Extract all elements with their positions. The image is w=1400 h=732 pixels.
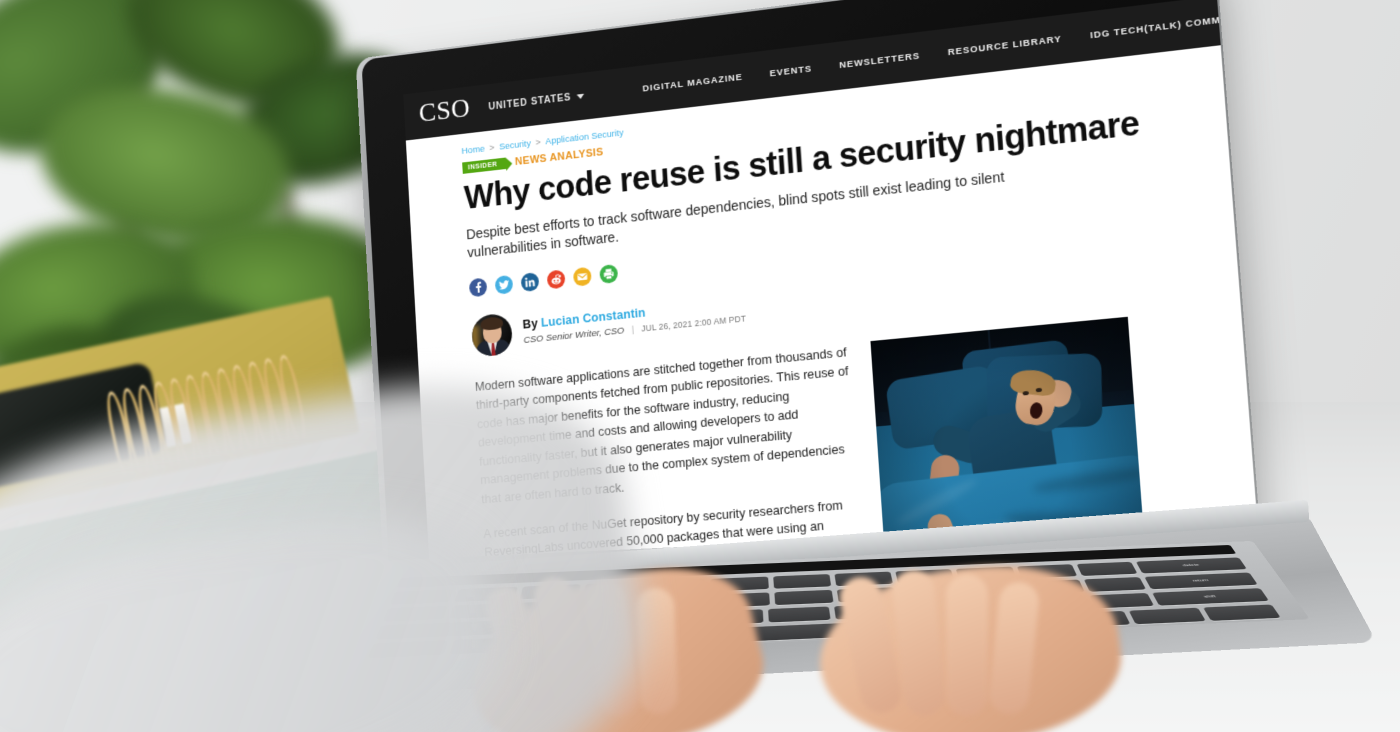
breadcrumb-separator: > [535,137,542,149]
breadcrumb-separator: > [489,142,495,154]
nav-item-idg-techtalk-community[interactable]: IDG TECH(TALK) COMMUNITY [1090,11,1256,42]
nav-item-newsletters[interactable]: NEWSLETTERS [839,51,920,71]
breadcrumb-item-home[interactable]: Home [461,144,485,157]
twitter-share-icon[interactable] [494,274,514,295]
facebook-share-icon[interactable] [468,277,488,298]
byline-prefix: By [522,316,539,332]
nav-item-events[interactable]: EVENTS [769,64,812,80]
byline-separator: | [631,324,635,336]
region-label: UNITED STATES [488,92,572,113]
nav-item-resource-library[interactable]: RESOURCE LIBRARY [947,34,1061,58]
breadcrumb-item-security[interactable]: Security [499,138,531,152]
article-insider-badge[interactable]: INSIDER [462,157,507,174]
email-share-icon[interactable] [572,266,592,287]
header-actions: INSIDER [1254,0,1260,26]
linkedin-share-icon[interactable] [520,271,540,292]
photo-scene: CSO UNITED STATES DIGITAL MAGAZINE EVENT… [0,0,1400,732]
cso-logo[interactable]: CSO [418,93,471,130]
reddit-share-icon[interactable] [546,269,566,290]
region-selector[interactable]: UNITED STATES [488,91,585,113]
print-icon[interactable] [599,263,619,284]
nav-item-digital-magazine[interactable]: DIGITAL MAGAZINE [642,72,743,95]
article-content-type: NEWS ANALYSIS [514,146,604,168]
avatar [470,312,514,358]
chevron-down-icon [576,93,585,100]
insider-badge[interactable]: INSIDER [1254,2,1260,24]
